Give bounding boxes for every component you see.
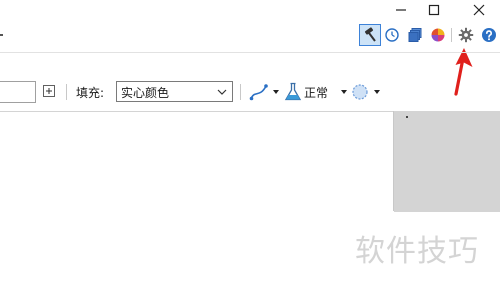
- close-button[interactable]: [464, 0, 494, 20]
- menu-edge-fragment: [0, 34, 3, 36]
- toolbar-divider: [451, 28, 452, 42]
- toolbar-separator: [66, 84, 67, 100]
- panel-marker: [406, 116, 408, 118]
- maximize-icon: [428, 4, 440, 16]
- colors-window-toggle[interactable]: [428, 25, 448, 45]
- settings-button[interactable]: [456, 25, 476, 45]
- close-icon: [473, 4, 485, 16]
- blend-mode-value[interactable]: 正常: [304, 84, 328, 101]
- antialiasing-curve-icon[interactable]: [248, 81, 270, 103]
- fill-label: 填充:: [76, 86, 105, 100]
- image-canvas[interactable]: [0, 112, 393, 212]
- layers-icon: [408, 28, 422, 42]
- fill-mode-value: 实心颜色: [121, 86, 170, 100]
- blend-mode-dropdown-arrow[interactable]: [341, 90, 347, 94]
- selection-shape-icon[interactable]: [350, 82, 370, 102]
- antialiasing-dropdown-arrow[interactable]: [273, 90, 279, 94]
- history-window-toggle[interactable]: [382, 25, 402, 45]
- toolbar-separator: [240, 84, 241, 100]
- flask-icon[interactable]: [284, 82, 302, 102]
- toolbar-top-border: [0, 52, 500, 53]
- fill-mode-dropdown[interactable]: 实心颜色: [116, 81, 233, 102]
- tools-window-toggle[interactable]: [359, 24, 381, 46]
- minimize-icon: [396, 9, 406, 11]
- watermark-text: 软件技巧: [355, 234, 479, 269]
- expand-button[interactable]: [43, 85, 55, 97]
- app-window: 填充: 实心颜色 正常 软件技巧: [0, 0, 500, 286]
- help-icon: [482, 28, 496, 42]
- history-icon: [385, 28, 399, 42]
- workspace-background: [394, 111, 500, 212]
- chevron-down-icon: [217, 89, 227, 95]
- minimize-button[interactable]: [386, 0, 416, 20]
- gear-icon: [458, 27, 474, 43]
- maximize-button[interactable]: [419, 0, 449, 20]
- plus-box-icon: [46, 88, 52, 94]
- selection-mode-dropdown-arrow[interactable]: [374, 90, 380, 94]
- color-wheel-icon: [431, 28, 445, 42]
- layers-window-toggle[interactable]: [405, 25, 425, 45]
- hammer-icon: [364, 27, 376, 42]
- size-input[interactable]: [0, 81, 36, 103]
- help-button[interactable]: [479, 25, 499, 45]
